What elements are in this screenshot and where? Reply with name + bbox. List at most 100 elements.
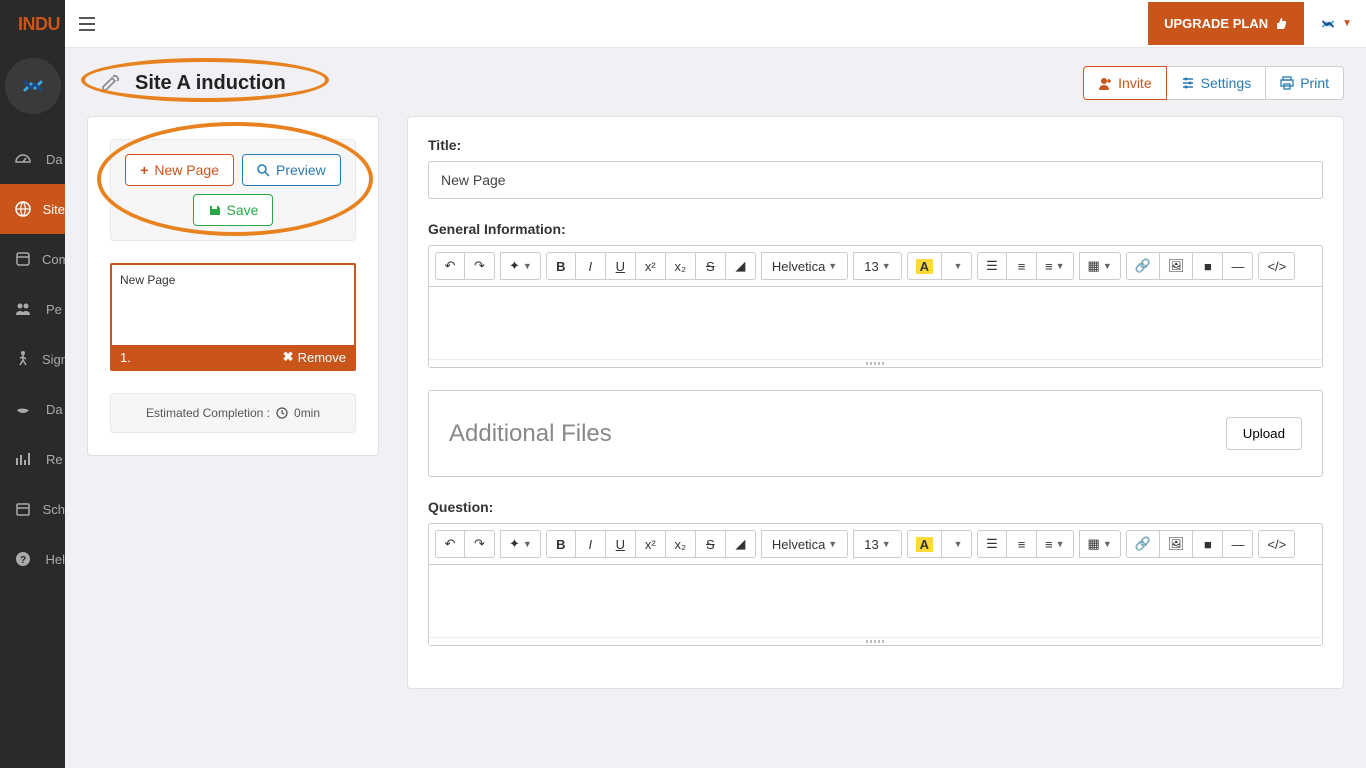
- font-size-dropdown[interactable]: 13▼: [853, 530, 901, 558]
- brand-logo: INDU: [0, 0, 65, 48]
- video-icon: ■: [1204, 259, 1212, 274]
- question-label: Question:: [428, 499, 1323, 515]
- sidebar-item-signin[interactable]: Sign: [0, 334, 65, 384]
- editor-resize-handle[interactable]: [429, 359, 1322, 367]
- globe-icon: [14, 200, 33, 218]
- underline-button[interactable]: U: [606, 252, 636, 280]
- sidebar-item-sites[interactable]: Site: [0, 184, 65, 234]
- italic-button[interactable]: I: [576, 530, 606, 558]
- editor-textarea[interactable]: [429, 565, 1322, 637]
- image-icon: 🖼: [1168, 258, 1185, 274]
- ordered-list-button[interactable]: ≡: [1007, 530, 1037, 558]
- video-button[interactable]: ■: [1193, 530, 1223, 558]
- image-button[interactable]: 🖼: [1160, 530, 1194, 558]
- upgrade-plan-button[interactable]: UPGRADE PLAN: [1148, 2, 1304, 45]
- code-view-button[interactable]: </>: [1258, 252, 1295, 280]
- ul-icon: ☰: [986, 258, 998, 274]
- unordered-list-button[interactable]: ☰: [977, 252, 1007, 280]
- clear-format-button[interactable]: ◢: [726, 530, 756, 558]
- bold-button[interactable]: B: [546, 530, 576, 558]
- gauge-icon: [14, 150, 36, 168]
- ordered-list-button[interactable]: ≡: [1007, 252, 1037, 280]
- sliders-icon: [1181, 76, 1195, 90]
- sidebar-item-schedule[interactable]: Sch: [0, 484, 65, 534]
- sidebar: INDU Da Site Com Pe Sign Da Re Sch ?Hel: [0, 0, 65, 768]
- table-icon: ▦: [1088, 258, 1100, 274]
- org-logo[interactable]: [5, 58, 61, 114]
- page-number: 1.: [120, 350, 131, 365]
- align-dropdown[interactable]: ≡▼: [1037, 530, 1074, 558]
- clear-format-button[interactable]: ◢: [726, 252, 756, 280]
- upgrade-label: UPGRADE PLAN: [1164, 16, 1268, 31]
- redo-button[interactable]: ↷: [465, 252, 495, 280]
- italic-button[interactable]: I: [576, 252, 606, 280]
- upload-button[interactable]: Upload: [1226, 417, 1302, 450]
- code-icon: </>: [1267, 537, 1286, 552]
- text-color-button[interactable]: A: [907, 530, 942, 558]
- code-view-button[interactable]: </>: [1258, 530, 1295, 558]
- sidebar-item-people[interactable]: Pe: [0, 284, 65, 334]
- text-color-dropdown[interactable]: ▼: [942, 252, 972, 280]
- redo-icon: ↷: [474, 536, 485, 552]
- editor-textarea[interactable]: [429, 287, 1322, 359]
- settings-button[interactable]: Settings: [1167, 66, 1267, 100]
- sidebar-item-company[interactable]: Com: [0, 234, 65, 284]
- font-family-dropdown[interactable]: Helvetica▼: [761, 252, 848, 280]
- svg-text:?: ?: [20, 555, 26, 566]
- subscript-button[interactable]: x₂: [666, 252, 696, 280]
- sidebar-item-label: Sch: [43, 502, 65, 517]
- preview-button[interactable]: Preview: [242, 154, 341, 186]
- undo-button[interactable]: ↶: [435, 252, 465, 280]
- pages-panel: +New Page Preview Save New Page 1. ✖ Rem…: [87, 116, 379, 456]
- sidebar-item-dashboard[interactable]: Da: [0, 134, 65, 184]
- save-icon: [208, 204, 221, 217]
- redo-button[interactable]: ↷: [465, 530, 495, 558]
- strikethrough-button[interactable]: S: [696, 252, 726, 280]
- sidebar-item-label: Site: [43, 202, 65, 217]
- sidebar-item-reports[interactable]: Re: [0, 434, 65, 484]
- table-dropdown[interactable]: ▦▼: [1079, 530, 1121, 558]
- video-button[interactable]: ■: [1193, 252, 1223, 280]
- font-family-dropdown[interactable]: Helvetica▼: [761, 530, 848, 558]
- image-button[interactable]: 🖼: [1160, 252, 1194, 280]
- underline-button[interactable]: U: [606, 530, 636, 558]
- sidebar-item-label: Re: [46, 452, 63, 467]
- menu-toggle-icon[interactable]: [79, 17, 95, 31]
- font-size-dropdown[interactable]: 13▼: [853, 252, 901, 280]
- sidebar-item-help[interactable]: ?Hel: [0, 534, 65, 584]
- magic-button[interactable]: ✦▼: [500, 530, 541, 558]
- unordered-list-button[interactable]: ☰: [977, 530, 1007, 558]
- bold-button[interactable]: B: [546, 252, 576, 280]
- print-button[interactable]: Print: [1266, 66, 1344, 100]
- align-icon: ≡: [1045, 259, 1053, 274]
- subscript-button[interactable]: x₂: [666, 530, 696, 558]
- superscript-button[interactable]: x²: [636, 252, 666, 280]
- save-button[interactable]: Save: [193, 194, 274, 226]
- magic-button[interactable]: ✦▼: [500, 252, 541, 280]
- chart-icon: [14, 450, 36, 468]
- book-icon: [14, 250, 32, 268]
- code-icon: </>: [1267, 259, 1286, 274]
- superscript-button[interactable]: x²: [636, 530, 666, 558]
- edit-icon[interactable]: [99, 72, 121, 94]
- link-button[interactable]: 🔗: [1126, 252, 1160, 280]
- hr-button[interactable]: —: [1223, 252, 1253, 280]
- new-page-button[interactable]: +New Page: [125, 154, 234, 186]
- hr-button[interactable]: —: [1223, 530, 1253, 558]
- invite-button[interactable]: Invite: [1083, 66, 1166, 100]
- title-input[interactable]: [428, 161, 1323, 199]
- page-thumbnail[interactable]: New Page 1. ✖ Remove: [110, 263, 356, 371]
- table-dropdown[interactable]: ▦▼: [1079, 252, 1121, 280]
- text-color-button[interactable]: A: [907, 252, 942, 280]
- undo-button[interactable]: ↶: [435, 530, 465, 558]
- align-dropdown[interactable]: ≡▼: [1037, 252, 1074, 280]
- remove-page-button[interactable]: ✖ Remove: [283, 349, 346, 365]
- video-icon: ■: [1204, 537, 1212, 552]
- user-menu[interactable]: ▼: [1318, 14, 1352, 34]
- redo-icon: ↷: [474, 258, 485, 274]
- sidebar-item-data[interactable]: Da: [0, 384, 65, 434]
- text-color-dropdown[interactable]: ▼: [942, 530, 972, 558]
- editor-resize-handle[interactable]: [429, 637, 1322, 645]
- link-button[interactable]: 🔗: [1126, 530, 1160, 558]
- strikethrough-button[interactable]: S: [696, 530, 726, 558]
